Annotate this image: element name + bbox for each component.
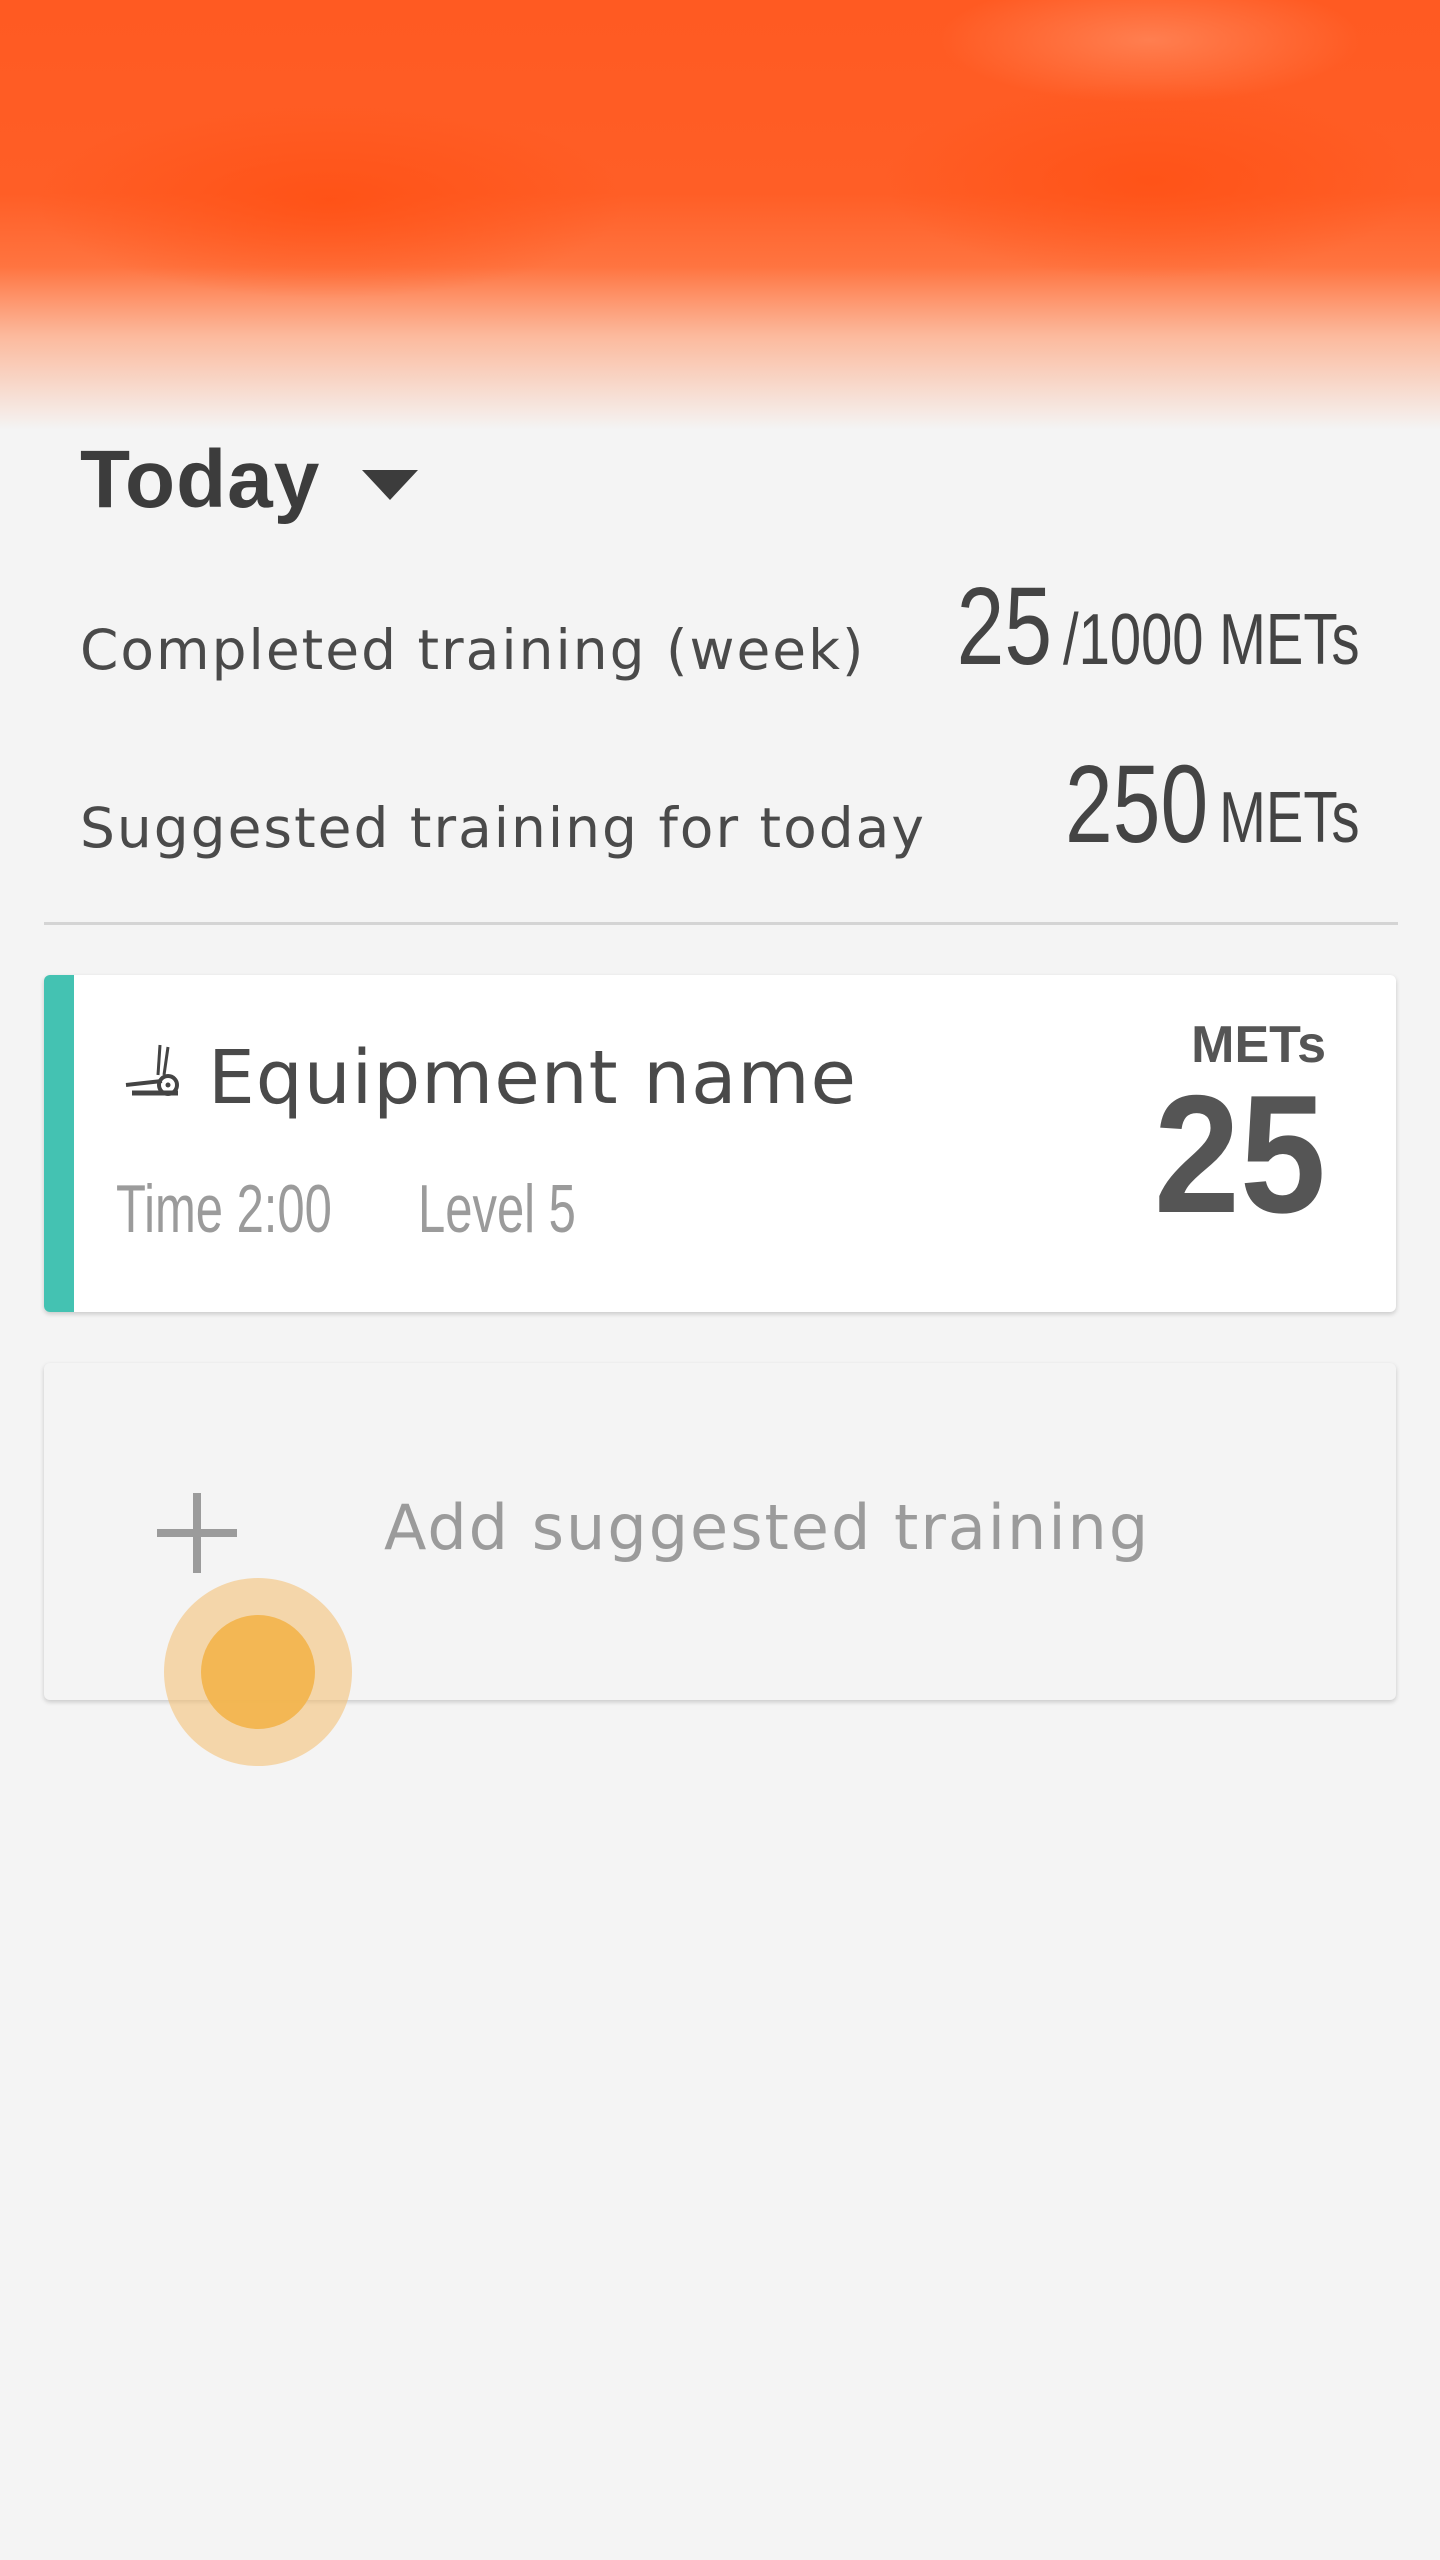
touch-indicator-dot — [201, 1615, 315, 1729]
card-accent-bar — [44, 975, 74, 1312]
suggested-training-value: 250 METs — [1066, 741, 1360, 868]
workout-level: Level 5 — [418, 1171, 576, 1247]
completed-mets-number: 25 — [957, 565, 1053, 688]
suggested-training-row: Suggested training for today 250 METs — [80, 743, 1360, 868]
completed-training-label: Completed training (week) — [80, 618, 866, 682]
completed-mets-goal: /1000 METs — [1063, 600, 1360, 680]
plus-icon — [157, 1493, 237, 1573]
completed-training-row: Completed training (week) 25 /1000 METs — [80, 565, 1360, 690]
suggested-training-label: Suggested training for today — [80, 796, 926, 860]
add-suggested-training-label: Add suggested training — [384, 1491, 1151, 1564]
period-dropdown[interactable]: Today — [80, 425, 419, 535]
equipment-name: Equipment name — [208, 1035, 858, 1121]
caret-down-icon — [362, 470, 419, 500]
elliptical-trainer-icon — [125, 1044, 179, 1096]
mets-value: 25 — [1154, 1060, 1326, 1248]
section-divider — [44, 922, 1398, 925]
workout-time: Time 2:00 — [116, 1171, 332, 1247]
workout-card[interactable]: Equipment name Time 2:00 Level 5 METs 25 — [44, 975, 1396, 1312]
suggested-mets-unit: METs — [1219, 778, 1360, 858]
completed-training-value: 25 /1000 METs — [957, 563, 1360, 690]
suggested-mets-number: 250 — [1065, 743, 1209, 866]
screen: Today Completed training (week) 25 /1000… — [0, 0, 1440, 2560]
period-label: Today — [80, 434, 321, 525]
header-banner — [0, 0, 1440, 430]
